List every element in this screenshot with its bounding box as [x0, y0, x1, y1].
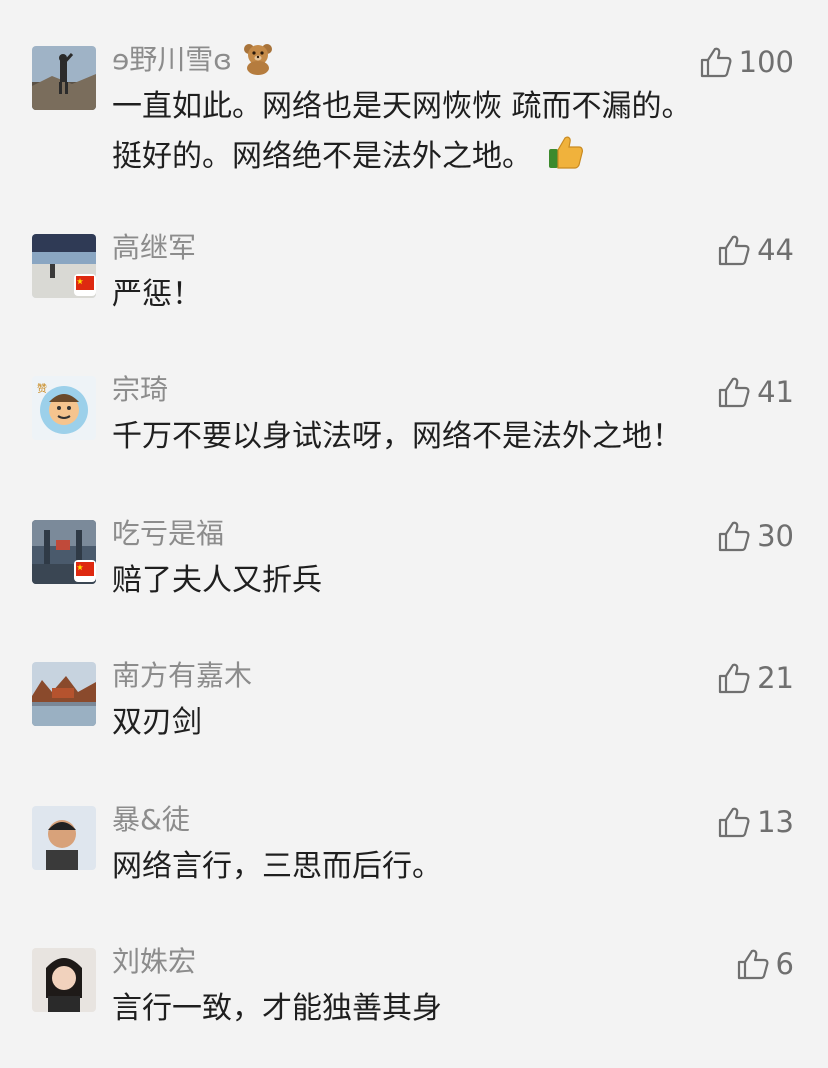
comment-text: 言行一致，才能独善其身 — [112, 991, 442, 1026]
like-button[interactable]: 100 — [699, 42, 794, 82]
commenter-name[interactable]: 暴&徒 — [112, 800, 190, 840]
thumbs-up-outline-icon — [717, 661, 751, 695]
comment-text: 赔了夫人又折兵 — [112, 563, 322, 598]
thumbs-up-outline-icon — [717, 375, 751, 409]
like-count: 6 — [775, 947, 794, 981]
comment-text: 网络言行，三思而后行。 — [112, 849, 442, 884]
commenter-name[interactable]: 吃亏是福 — [112, 514, 224, 554]
commenter-name[interactable]: 宗琦 — [112, 370, 168, 410]
svg-text:赞: 赞 — [37, 382, 47, 395]
avatar[interactable] — [32, 806, 96, 870]
like-count: 21 — [757, 661, 794, 695]
comment-text: 千万不要以身试法呀，网络不是法外之地！ — [112, 419, 682, 454]
commenter-name[interactable]: 刘姝宏 — [112, 942, 196, 982]
china-flag-icon — [74, 560, 96, 582]
comment-text: 严惩！ — [112, 277, 202, 312]
like-button[interactable]: 44 — [717, 230, 794, 270]
avatar[interactable] — [32, 662, 96, 726]
thumbs-up-emoji-icon — [546, 132, 586, 188]
thumbs-up-outline-icon — [717, 233, 751, 267]
like-button[interactable]: 13 — [717, 802, 794, 842]
comment-text: 一直如此。网络也是天网恢恢 疏而不漏的。 挺好的。网络绝不是法外之地。 — [112, 82, 692, 188]
commenter-name[interactable]: 高继军 — [112, 228, 196, 268]
avatar[interactable]: 赞 — [32, 376, 96, 440]
thumbs-up-outline-icon — [736, 947, 770, 981]
like-count: 100 — [738, 45, 794, 79]
comment-text: 双刃剑 — [112, 705, 202, 740]
like-count: 41 — [757, 375, 794, 409]
commenter-name[interactable]: ɘ野川雪ɞ — [112, 40, 275, 86]
thumbs-up-outline-icon — [717, 519, 751, 553]
thumbs-up-outline-icon — [717, 805, 751, 839]
like-button[interactable]: 21 — [717, 658, 794, 698]
like-button[interactable]: 6 — [736, 944, 794, 984]
bear-emoji-icon — [241, 41, 275, 86]
avatar[interactable] — [32, 46, 96, 110]
like-button[interactable]: 41 — [717, 372, 794, 412]
like-count: 13 — [757, 805, 794, 839]
china-flag-icon — [74, 274, 96, 296]
like-count: 44 — [757, 233, 794, 267]
like-button[interactable]: 30 — [717, 516, 794, 556]
avatar[interactable] — [32, 948, 96, 1012]
thumbs-up-outline-icon — [699, 45, 733, 79]
like-count: 30 — [757, 519, 794, 553]
commenter-name[interactable]: 南方有嘉木 — [112, 656, 252, 696]
comment-text-line2: 挺好的。网络绝不是法外之地。 — [112, 132, 692, 188]
